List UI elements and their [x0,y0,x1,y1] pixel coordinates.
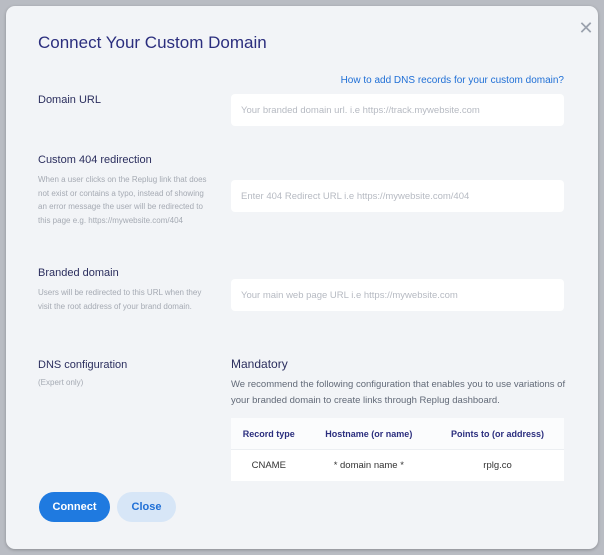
column-record-type: Record type [231,418,307,450]
domain-url-input[interactable] [231,94,564,126]
custom-404-description: When a user clicks on the Replug link th… [38,175,207,225]
branded-domain-input[interactable] [231,279,564,311]
cell-record-type: CNAME [231,449,307,481]
dns-recommendation-text: We recommend the following configuration… [231,379,566,406]
branded-domain-label: Branded domain [38,267,119,279]
connect-button[interactable]: Connect [39,492,110,522]
column-hostname: Hostname (or name) [306,418,432,450]
dns-help-link[interactable]: How to add DNS records for your custom d… [341,75,564,86]
modal-title: Connect Your Custom Domain [38,33,267,52]
close-button[interactable]: Close [117,492,176,522]
domain-url-label: Domain URL [38,94,101,106]
branded-domain-description: Users will be redirected to this URL whe… [38,288,202,311]
mandatory-title: Mandatory [231,357,288,371]
cell-hostname: * domain name * [306,449,432,481]
dns-config-label: DNS configuration [38,359,128,371]
table-header-row: Record type Hostname (or name) Points to… [231,418,564,450]
column-points-to: Points to (or address) [431,418,564,450]
connect-domain-modal: ✕ Connect Your Custom Domain How to add … [6,6,598,549]
close-icon[interactable]: ✕ [576,18,596,38]
dns-records-table: Record type Hostname (or name) Points to… [231,418,564,481]
custom-404-input[interactable] [231,180,564,212]
custom-404-label: Custom 404 redirection [38,154,152,166]
table-row: CNAME * domain name * rplg.co [231,449,564,481]
cell-points-to: rplg.co [431,449,564,481]
dns-config-sublabel: (Expert only) [38,378,84,387]
